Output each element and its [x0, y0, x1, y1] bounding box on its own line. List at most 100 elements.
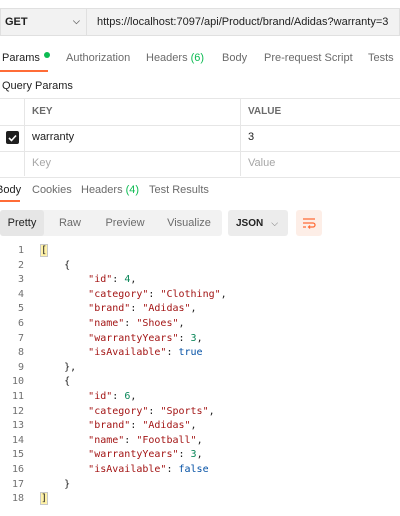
format-label: JSON	[236, 217, 264, 229]
query-params-title: Query Params	[2, 80, 73, 92]
param-row: warranty 3	[0, 125, 400, 152]
code-text: {	[40, 259, 71, 271]
key-placeholder[interactable]: Key	[32, 157, 51, 169]
line-number: 2	[17, 259, 24, 271]
status-dot-icon	[43, 52, 50, 58]
code-text: "warrantyYears": 3,	[88, 449, 203, 461]
code-line: 2 {	[0, 259, 400, 274]
code-line: 9 },	[0, 361, 400, 376]
chevron-down-icon: ⌵	[271, 217, 279, 228]
code-text: {	[40, 376, 71, 388]
code-line: 6 "name": "Shoes",	[0, 317, 400, 332]
code-text: "id": 4,	[88, 274, 137, 286]
code-text: "brand": "Adidas",	[88, 303, 197, 315]
line-number: 6	[17, 317, 24, 329]
code-text: "isAvailable": false	[88, 463, 209, 475]
value-placeholder[interactable]: Value	[248, 157, 275, 169]
tab-tests[interactable]: Tests	[368, 52, 394, 64]
pretty-button[interactable]: Pretty	[0, 210, 44, 236]
code-line: 14 "name": "Football",	[0, 434, 400, 449]
tab-response-body[interactable]: Body	[0, 184, 21, 196]
preview-button[interactable]: Preview	[98, 210, 152, 236]
response-body-code[interactable]: 1[2 {3 "id": 4, 4 "category": "Clothing",…	[0, 244, 400, 507]
param-checkbox[interactable]	[6, 131, 19, 144]
response-headers-count: (4)	[125, 184, 140, 196]
code-text: "category": "Sports",	[88, 405, 215, 417]
code-text: },	[40, 361, 77, 373]
view-mode-bar: Pretty Raw Preview Visualize	[0, 210, 222, 236]
line-number: 17	[11, 478, 24, 490]
code-line: 5 "brand": "Adidas",	[0, 302, 400, 317]
code-line: 8 "isAvailable": true	[0, 346, 400, 361]
line-number: 18	[11, 493, 24, 505]
code-line: 12 "category": "Sports",	[0, 405, 400, 420]
code-line: 17 }	[0, 478, 400, 493]
tab-response-headers[interactable]: Headers (4)	[81, 184, 139, 196]
code-line: 13 "brand": "Adidas",	[0, 419, 400, 434]
tab-test-results[interactable]: Test Results	[149, 184, 209, 196]
code-text: "id": 6,	[88, 390, 137, 402]
params-table: KEY VALUE warranty 3 Key Value	[0, 98, 400, 178]
code-line: 18]	[0, 492, 400, 507]
tab-params[interactable]: Params	[2, 52, 50, 64]
line-number: 8	[17, 347, 24, 359]
code-text: ]	[40, 492, 49, 506]
code-line: 7 "warrantyYears": 3,	[0, 332, 400, 347]
check-icon	[8, 134, 17, 142]
code-text: "category": "Clothing",	[88, 288, 227, 300]
code-text: "name": "Football",	[88, 434, 203, 446]
line-number: 9	[17, 361, 24, 373]
tab-authorization[interactable]: Authorization	[66, 52, 130, 64]
code-text: "brand": "Adidas",	[88, 420, 197, 432]
wrap-lines-icon	[303, 218, 316, 229]
line-number: 12	[11, 405, 24, 417]
line-number: 7	[17, 332, 24, 344]
code-text: [	[40, 244, 49, 257]
code-line: 10 {	[0, 375, 400, 390]
raw-button[interactable]: Raw	[50, 210, 90, 236]
code-text: "warrantyYears": 3,	[88, 332, 203, 344]
url-text: https://localhost:7097/api/Product/brand…	[97, 16, 389, 28]
tab-cookies[interactable]: Cookies	[32, 184, 72, 196]
key-column-header: KEY	[32, 106, 53, 117]
param-key[interactable]: warranty	[32, 131, 74, 143]
line-number: 5	[17, 303, 24, 315]
param-value[interactable]: 3	[248, 131, 254, 143]
response-tabs: Body Cookies Headers (4) Test Results	[0, 184, 400, 200]
line-number: 15	[11, 449, 24, 461]
chevron-down-icon: ⌵	[73, 16, 80, 26]
param-empty-row: Key Value	[0, 151, 400, 178]
visualize-button[interactable]: Visualize	[160, 210, 218, 236]
code-line: 15 "warrantyYears": 3,	[0, 448, 400, 463]
active-tab-indicator	[0, 70, 48, 72]
method-label: GET	[5, 16, 28, 28]
params-header-row: KEY VALUE	[0, 99, 400, 126]
wrap-lines-button[interactable]	[296, 210, 322, 236]
tab-body[interactable]: Body	[222, 52, 247, 64]
line-number: 13	[11, 420, 24, 432]
code-text: "name": "Shoes",	[88, 317, 185, 329]
code-line: 3 "id": 4,	[0, 273, 400, 288]
line-number: 3	[17, 274, 24, 286]
code-line: 1[	[0, 244, 400, 259]
tab-headers[interactable]: Headers (6)	[146, 52, 204, 64]
tab-pre-request-script[interactable]: Pre-request Script	[264, 52, 353, 64]
headers-count: (6)	[190, 52, 205, 64]
line-number: 14	[11, 434, 24, 446]
line-number: 11	[11, 390, 24, 402]
active-response-tab-indicator	[0, 200, 20, 202]
line-number: 4	[17, 288, 24, 300]
line-number: 1	[17, 245, 24, 256]
table-divider	[24, 98, 25, 176]
code-line: 11 "id": 6,	[0, 390, 400, 405]
method-select[interactable]: GET ⌵	[0, 8, 86, 36]
table-divider	[240, 98, 241, 176]
url-input[interactable]: https://localhost:7097/api/Product/brand…	[86, 8, 400, 36]
code-text: }	[40, 478, 71, 490]
line-number: 10	[11, 376, 24, 388]
line-number: 16	[11, 463, 24, 475]
request-tabs: Params Authorization Headers (6) Body Pr…	[0, 52, 400, 68]
value-column-header: VALUE	[248, 106, 282, 117]
format-select[interactable]: JSON ⌵	[228, 210, 288, 236]
code-text: "isAvailable": true	[88, 347, 203, 359]
